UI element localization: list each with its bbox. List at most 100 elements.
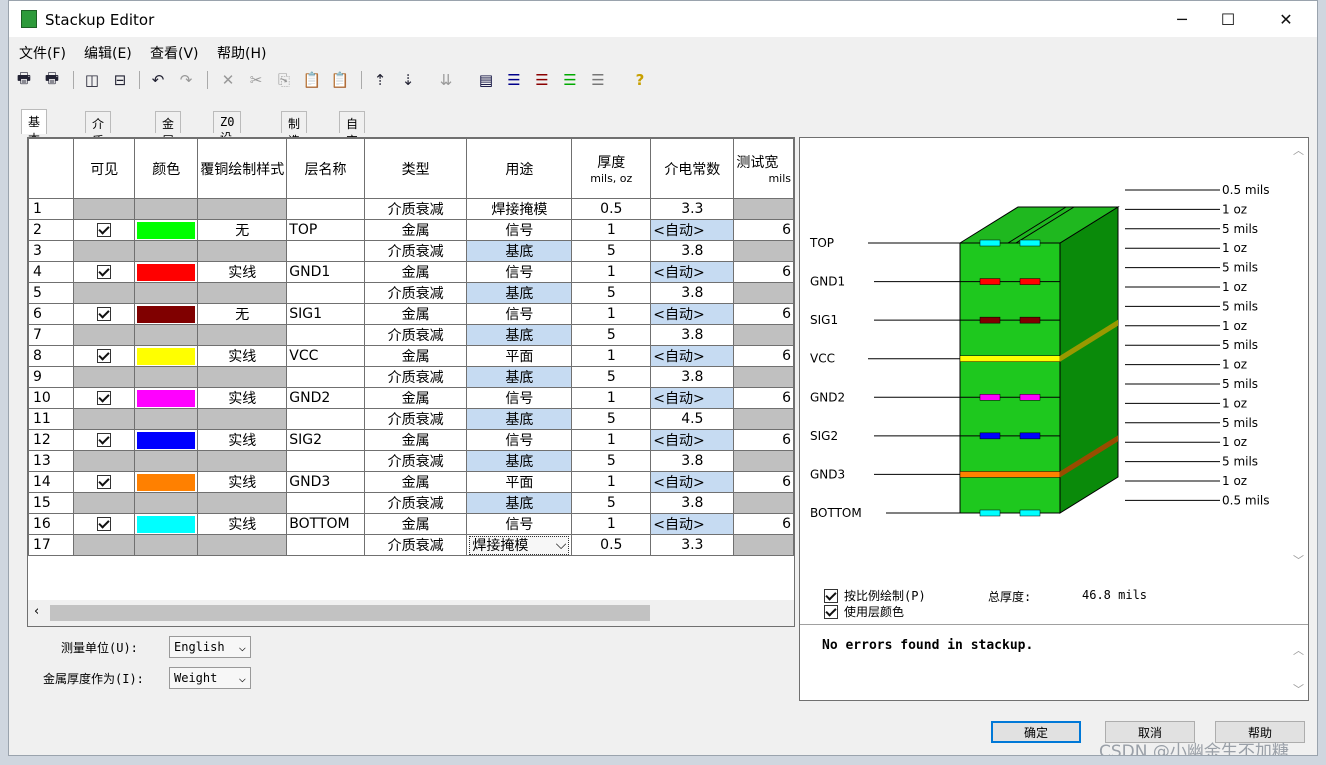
undo-icon[interactable]: ↶ [147, 69, 169, 91]
usage-cell[interactable]: 信号 [466, 303, 573, 325]
color-cell[interactable] [134, 303, 199, 325]
layer-name-cell[interactable] [286, 492, 365, 514]
fill-style-cell[interactable]: 无 [197, 303, 288, 325]
thickness-cell[interactable]: 1 [571, 429, 652, 451]
type-cell[interactable]: 金属 [363, 303, 468, 325]
dielectric-cell[interactable]: <自动> [650, 303, 735, 325]
color-cell[interactable] [134, 513, 199, 535]
width-cell[interactable] [733, 534, 794, 556]
maximize-button[interactable]: ☐ [1205, 1, 1251, 37]
table-row[interactable]: 5 介质衰减 基底 5 3.8 [27, 282, 794, 304]
grey-layers-icon[interactable]: ☰ [587, 69, 609, 91]
fill-style-cell[interactable] [197, 282, 288, 304]
row-number[interactable]: 7 [27, 324, 75, 346]
thickness-cell[interactable]: 1 [571, 261, 652, 283]
thickness-cell[interactable]: 5 [571, 450, 652, 472]
color-swatch[interactable] [137, 347, 196, 365]
row-number[interactable]: 3 [27, 240, 75, 262]
table-row[interactable]: 16 实线 BOTTOM 金属 信号 1 <自动> 6 [27, 513, 794, 535]
table-row[interactable]: 4 实线 GND1 金属 信号 1 <自动> 6 [27, 261, 794, 283]
color-swatch[interactable] [137, 221, 196, 239]
type-cell[interactable]: 介质衰减 [363, 324, 468, 346]
type-cell[interactable]: 金属 [363, 345, 468, 367]
split-horizontal-icon[interactable]: ⊟ [109, 69, 131, 91]
color-swatch[interactable] [137, 263, 196, 281]
color-cell[interactable] [134, 366, 199, 388]
fill-style-cell[interactable]: 实线 [197, 345, 288, 367]
visible-checkbox[interactable] [97, 391, 112, 405]
thickness-cell[interactable]: 1 [571, 387, 652, 409]
scroll-down-icon[interactable]: ﹀ [1293, 552, 1304, 568]
fill-style-cell[interactable]: 实线 [197, 471, 288, 493]
visible-checkbox[interactable] [97, 517, 112, 531]
row-number[interactable]: 12 [27, 429, 75, 451]
fill-style-cell[interactable] [197, 534, 288, 556]
insert-below-icon[interactable]: ⇣ [397, 69, 419, 91]
layer-properties-icon[interactable]: ▤ [475, 69, 497, 91]
thickness-cell[interactable]: 0.5 [571, 534, 652, 556]
header-dielectric-constant[interactable]: 介电常数 [650, 138, 735, 199]
dielectric-cell[interactable]: <自动> [650, 471, 735, 493]
print-preview-icon[interactable]: 🖶 [41, 69, 63, 91]
usage-cell[interactable]: 信号 [466, 429, 573, 451]
red-layers-icon[interactable]: ☰ [531, 69, 553, 91]
blue-layers-icon[interactable]: ☰ [503, 69, 525, 91]
fill-style-cell[interactable] [197, 450, 288, 472]
dielectric-cell[interactable]: <自动> [650, 513, 735, 535]
layer-name-cell[interactable]: GND1 [286, 261, 365, 283]
copy-icon[interactable]: ⎘ [273, 69, 295, 91]
dielectric-cell[interactable]: <自动> [650, 429, 735, 451]
dielectric-cell[interactable]: 3.8 [650, 492, 735, 514]
visible-cell[interactable] [73, 429, 136, 451]
row-number[interactable]: 15 [27, 492, 75, 514]
layer-name-cell[interactable] [286, 450, 365, 472]
table-row[interactable]: 10 实线 GND2 金属 信号 1 <自动> 6 [27, 387, 794, 409]
menu-view[interactable]: 查看(V) [150, 43, 199, 63]
layer-name-cell[interactable] [286, 240, 365, 262]
table-row[interactable]: 3 介质衰减 基底 5 3.8 [27, 240, 794, 262]
ok-button[interactable]: 确定 [991, 721, 1081, 743]
paste-special-icon[interactable]: 📋 [329, 69, 351, 91]
color-swatch[interactable] [137, 305, 196, 323]
type-cell[interactable]: 金属 [363, 429, 468, 451]
split-vertical-icon[interactable]: ◫ [81, 69, 103, 91]
fill-style-cell[interactable] [197, 408, 288, 430]
tab-fabrication[interactable]: 制造 [281, 111, 308, 148]
minimize-button[interactable]: ─ [1159, 1, 1205, 37]
color-cell[interactable] [134, 534, 199, 556]
thickness-cell[interactable]: 5 [571, 324, 652, 346]
header-type[interactable]: 类型 [363, 138, 468, 199]
visible-cell[interactable] [73, 534, 136, 556]
width-cell[interactable]: 6 [733, 513, 794, 535]
visible-checkbox[interactable] [97, 307, 112, 321]
usage-cell[interactable]: 基底 [466, 240, 573, 262]
color-swatch[interactable] [137, 431, 196, 449]
visible-cell[interactable] [73, 492, 136, 514]
usage-cell[interactable]: 平面 [466, 471, 573, 493]
dielectric-cell[interactable]: 4.5 [650, 408, 735, 430]
visible-cell[interactable] [73, 282, 136, 304]
visible-cell[interactable] [73, 387, 136, 409]
print-icon[interactable]: 🖶 [13, 69, 35, 91]
thickness-cell[interactable]: 5 [571, 492, 652, 514]
layer-name-cell[interactable]: TOP [286, 219, 365, 241]
fill-style-cell[interactable] [197, 324, 288, 346]
color-cell[interactable] [134, 261, 199, 283]
layer-name-cell[interactable]: SIG1 [286, 303, 365, 325]
usage-cell[interactable]: 信号 [466, 387, 573, 409]
scale-checkbox[interactable] [824, 588, 838, 603]
tab-dielectric[interactable]: 介质衰减 [85, 111, 112, 182]
layer-name-cell[interactable] [286, 324, 365, 346]
width-cell[interactable]: 6 [733, 429, 794, 451]
type-cell[interactable]: 介质衰减 [363, 198, 468, 220]
thickness-cell[interactable]: 1 [571, 345, 652, 367]
fill-style-cell[interactable]: 实线 [197, 513, 288, 535]
width-cell[interactable]: 6 [733, 345, 794, 367]
metal-thickness-select[interactable]: Weight ⌵ [169, 667, 251, 689]
dielectric-cell[interactable]: 3.8 [650, 282, 735, 304]
table-row[interactable]: 9 介质衰减 基底 5 3.8 [27, 366, 794, 388]
usage-cell[interactable]: 平面 [466, 345, 573, 367]
visible-cell[interactable] [73, 198, 136, 220]
type-cell[interactable]: 金属 [363, 261, 468, 283]
color-cell[interactable] [134, 408, 199, 430]
